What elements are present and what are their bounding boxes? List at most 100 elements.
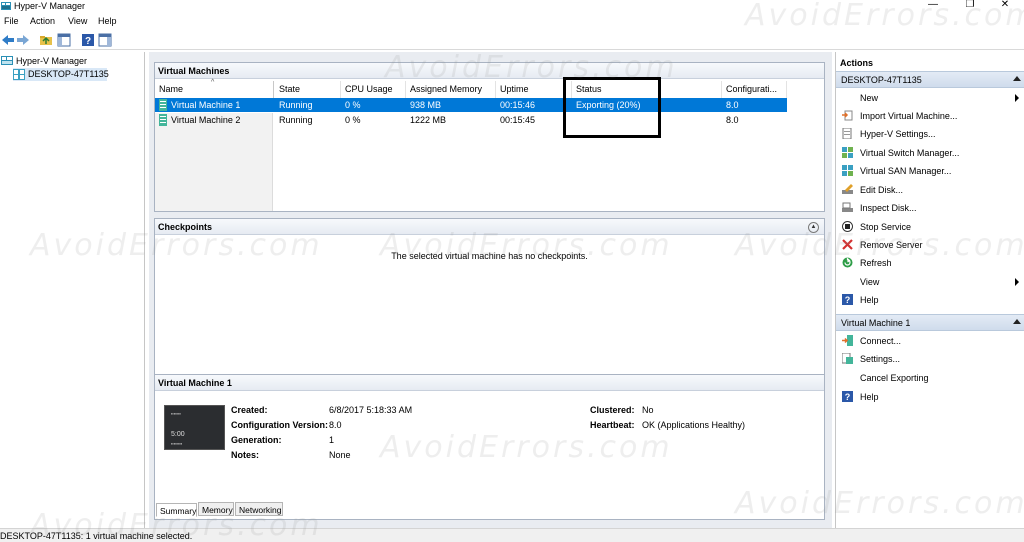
action-connect[interactable]: Connect... <box>836 333 1024 349</box>
console-tree: Hyper-V Manager DESKTOP-47T1135 <box>0 52 145 528</box>
action-remove-server[interactable]: Remove Server <box>836 237 1024 253</box>
submenu-arrow-icon <box>1015 278 1019 286</box>
action-hyperv-settings[interactable]: Hyper-V Settings... <box>836 126 1024 142</box>
action-virtual-switch-manager[interactable]: Virtual Switch Manager... <box>836 145 1024 161</box>
col-name[interactable]: Name <box>155 81 274 98</box>
close-button[interactable]: ✕ <box>990 0 1020 10</box>
status-bar: DESKTOP-47T1135: 1 virtual machine selec… <box>0 528 1024 542</box>
tab-memory[interactable]: Memory <box>198 502 234 516</box>
action-edit-disk[interactable]: Edit Disk... <box>836 182 1024 198</box>
title-bar: Hyper-V Manager — ❐ ✕ <box>0 0 1024 13</box>
action-vm-help[interactable]: ? Help <box>836 389 1024 405</box>
settings-page-icon <box>842 128 852 139</box>
edit-disk-icon <box>842 184 853 194</box>
folder-up-icon[interactable] <box>39 33 53 47</box>
action-label: Remove Server <box>860 240 923 250</box>
vm-state: Running <box>279 115 313 125</box>
tree-host-desktop[interactable]: DESKTOP-47T1135 <box>13 68 109 81</box>
action-label: Settings... <box>860 354 901 364</box>
action-view[interactable]: View <box>836 274 1024 290</box>
thumbnail-caption: ▪▪▪▪▪▪▪ <box>171 411 181 416</box>
svg-text:?: ? <box>845 392 851 402</box>
center-pane: Virtual Machines Name ^ State CPU Usage … <box>149 52 832 528</box>
svg-text:?: ? <box>85 36 91 47</box>
vm-config-version: 8.0 <box>726 115 739 125</box>
action-label: New <box>860 93 879 103</box>
heartbeat-label: Heartbeat: <box>590 420 635 430</box>
tree-root-hyperv-manager[interactable]: Hyper-V Manager <box>1 55 111 67</box>
col-cpu-usage[interactable]: CPU Usage <box>341 81 406 98</box>
window-title: Hyper-V Manager <box>14 1 86 11</box>
refresh-icon <box>842 257 853 268</box>
hyperv-app-icon <box>1 2 11 10</box>
action-import-vm[interactable]: Import Virtual Machine... <box>836 108 1024 124</box>
host-section-label: DESKTOP-47T1135 <box>841 75 922 85</box>
menu-action[interactable]: Action <box>30 16 55 26</box>
action-label: Virtual Switch Manager... <box>860 148 960 158</box>
vm-cpu: 0 % <box>345 100 361 110</box>
forward-arrow-icon[interactable] <box>16 33 30 47</box>
created-value: 6/8/2017 5:18:33 AM <box>329 405 413 415</box>
inspect-disk-icon <box>842 202 853 212</box>
actions-pane: Actions DESKTOP-47T1135 New Import Virtu… <box>835 52 1024 528</box>
collapse-chevron-up-icon[interactable]: ▲ <box>808 222 819 233</box>
collapse-triangle-icon[interactable] <box>1013 76 1021 81</box>
vm-row-2[interactable]: Virtual Machine 2 Running 0 % 1222 MB 00… <box>155 113 787 127</box>
config-version-label: Configuration Version: <box>231 420 329 430</box>
minimize-button[interactable]: — <box>918 0 948 10</box>
remove-x-icon <box>842 239 853 250</box>
action-label: Refresh <box>860 258 892 268</box>
maximize-button[interactable]: ❐ <box>955 0 985 10</box>
show-hide-console-tree-icon[interactable] <box>57 33 71 47</box>
action-inspect-disk[interactable]: Inspect Disk... <box>836 200 1024 216</box>
back-arrow-icon[interactable] <box>1 33 15 47</box>
status-text: DESKTOP-47T1135: 1 virtual machine selec… <box>0 531 193 541</box>
vm-name: Virtual Machine 2 <box>171 115 241 125</box>
menu-help[interactable]: Help <box>98 16 117 26</box>
vm-memory: 1222 MB <box>410 115 447 125</box>
help-icon[interactable]: ? <box>81 33 95 47</box>
action-help[interactable]: ? Help <box>836 292 1024 308</box>
actions-host-section[interactable]: DESKTOP-47T1135 <box>836 71 1024 88</box>
vm-thumbnail[interactable]: ▪▪▪▪▪▪▪ 5:00 ▪▪▪▪▪▪▪▪ <box>164 405 225 450</box>
menu-view[interactable]: View <box>68 16 87 26</box>
actions-vm-section[interactable]: Virtual Machine 1 <box>836 314 1024 331</box>
action-label: Edit Disk... <box>860 185 904 195</box>
vm-memory: 938 MB <box>410 100 442 110</box>
actions-title: Actions <box>840 58 874 68</box>
checkpoints-title: Checkpoints <box>155 219 824 235</box>
collapse-triangle-icon[interactable] <box>1013 319 1021 324</box>
import-icon <box>842 110 853 121</box>
col-assigned-memory[interactable]: Assigned Memory <box>406 81 496 98</box>
action-settings[interactable]: Settings... <box>836 351 1024 367</box>
toolbar: ? <box>0 30 1024 50</box>
vm-uptime: 00:15:45 <box>500 115 536 125</box>
vm-row-1[interactable]: Virtual Machine 1 Running 0 % 938 MB 00:… <box>155 98 787 112</box>
created-label: Created: <box>231 405 268 415</box>
show-hide-action-pane-icon[interactable] <box>98 33 112 47</box>
col-uptime[interactable]: Uptime <box>496 81 572 98</box>
tab-summary[interactable]: Summary <box>156 503 197 517</box>
notes-value: None <box>329 450 351 460</box>
hyperv-manager-icon <box>1 56 13 65</box>
heartbeat-value: OK (Applications Healthy) <box>642 420 746 430</box>
col-state[interactable]: State <box>275 81 341 98</box>
col-configuration-version[interactable]: Configurati... <box>722 81 787 98</box>
action-refresh[interactable]: Refresh <box>836 255 1024 271</box>
settings-icon <box>842 353 853 364</box>
help-icon: ? <box>842 391 853 402</box>
tab-networking[interactable]: Networking <box>235 502 283 516</box>
clustered-label: Clustered: <box>590 405 635 415</box>
action-label: Virtual SAN Manager... <box>860 166 952 176</box>
vm-panel-title: Virtual Machines <box>155 63 824 79</box>
action-virtual-san-manager[interactable]: Virtual SAN Manager... <box>836 163 1024 179</box>
config-version-value: 8.0 <box>329 420 342 430</box>
vm-uptime: 00:15:46 <box>500 100 536 110</box>
action-label: Help <box>860 295 879 305</box>
help-icon: ? <box>842 294 853 305</box>
menu-file[interactable]: File <box>4 16 19 26</box>
action-new[interactable]: New <box>836 90 1024 106</box>
generation-label: Generation: <box>231 435 282 445</box>
action-stop-service[interactable]: Stop Service <box>836 219 1024 235</box>
action-cancel-exporting[interactable]: Cancel Exporting <box>836 370 1024 386</box>
